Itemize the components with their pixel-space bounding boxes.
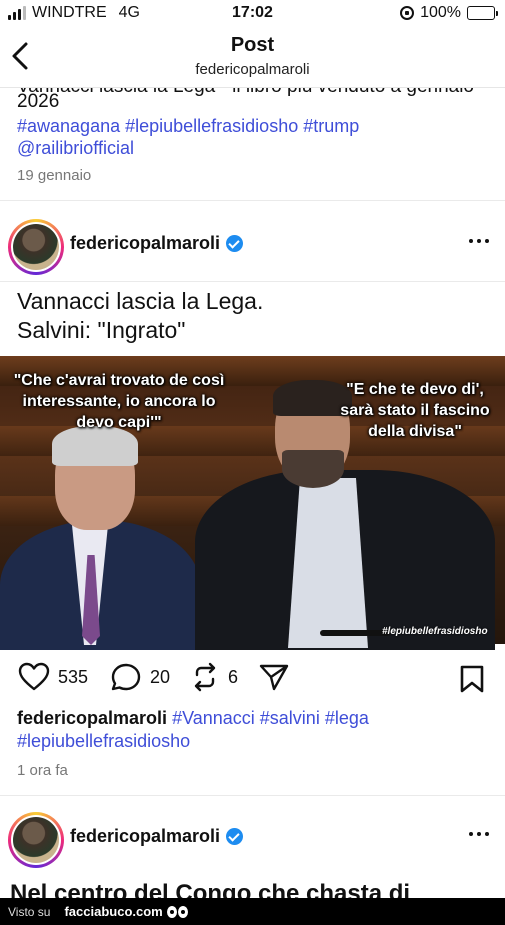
- prev-post-cut-text: Vannacci lascia la Lega - il libro più v…: [17, 88, 474, 98]
- prev-post-date: 19 gennaio: [17, 167, 92, 184]
- repost-icon: [194, 662, 216, 692]
- share-icon: [259, 664, 289, 691]
- caption-username[interactable]: federicopalmaroli: [17, 708, 167, 728]
- comment-icon: [111, 663, 141, 691]
- site-watermark-bar: Visto su facciabuco.com: [0, 898, 505, 925]
- post-text-line2: Salvini: "Ingrato": [17, 317, 186, 343]
- like-count: 535: [58, 666, 89, 687]
- battery-percent: 100%: [420, 4, 461, 21]
- heart-icon: [18, 662, 50, 691]
- previous-post: Vannacci lascia la Lega - il libro più v…: [0, 88, 505, 200]
- footer-visto: Visto su: [8, 904, 51, 919]
- nav-header: Post federicopalmaroli: [0, 28, 505, 88]
- divider: [0, 281, 505, 282]
- image-watermark: #lepiubellefrasidiosho: [382, 626, 488, 637]
- prev-post-year: 2026: [17, 91, 60, 112]
- status-right: 100%: [400, 4, 498, 22]
- image-person-right-beard: [282, 450, 344, 488]
- verified-icon: [226, 828, 244, 845]
- image-quote-right: "E che te devo di', sarà stato il fascin…: [340, 381, 490, 440]
- verified-icon: [226, 235, 244, 252]
- post-header: federicopalmaroli: [0, 215, 505, 277]
- battery-icon: [467, 6, 498, 20]
- prev-post-hashtags[interactable]: #awanagana #lepiubellefrasidiosho #trump…: [17, 115, 477, 159]
- avatar[interactable]: [8, 219, 64, 275]
- page-title: Post: [230, 34, 275, 56]
- divider: [0, 795, 505, 796]
- orientation-lock-icon: [400, 6, 415, 20]
- avatar-ring: [11, 815, 61, 865]
- more-icon[interactable]: [469, 832, 489, 836]
- divider: [0, 200, 505, 201]
- status-bar: WINDTRE 4G 17:02 100%: [0, 0, 505, 28]
- comment-button[interactable]: 20: [110, 662, 170, 692]
- footer-site[interactable]: facciabuco.com: [64, 904, 162, 919]
- bookmark-icon: [460, 665, 484, 693]
- next-post-username-text: federicopalmaroli: [70, 826, 221, 846]
- more-icon[interactable]: [469, 239, 489, 243]
- repost-button[interactable]: 6: [190, 662, 238, 692]
- avatar-image: [13, 224, 59, 270]
- post-username[interactable]: federicopalmaroli: [70, 233, 244, 254]
- eyes-icon: [166, 905, 188, 918]
- post-text-line1: Vannacci lascia la Lega.: [17, 288, 264, 314]
- image-person-right-shirt: [288, 478, 368, 648]
- next-post-header: federicopalmaroli: [0, 808, 505, 870]
- post-text: Vannacci lascia la Lega. Salvini: "Ingra…: [17, 287, 263, 345]
- image-quote-left: "Che c'avrai trovato de così interessant…: [13, 372, 225, 431]
- post-username-text: federicopalmaroli: [70, 233, 221, 253]
- next-post-username[interactable]: federicopalmaroli: [70, 826, 244, 847]
- comment-count: 20: [150, 666, 171, 687]
- avatar-ring: [11, 222, 61, 272]
- post-timestamp: 1 ora fa: [17, 762, 68, 779]
- avatar-image: [13, 817, 59, 863]
- share-button[interactable]: [258, 662, 290, 692]
- repost-count: 6: [228, 666, 239, 687]
- bookmark-button[interactable]: [459, 664, 485, 699]
- like-button[interactable]: 535: [18, 662, 88, 692]
- page-subtitle: federicopalmaroli: [195, 61, 310, 78]
- avatar[interactable]: [8, 812, 64, 868]
- image-microphone: [320, 630, 390, 636]
- action-bar: 535 20 6: [0, 656, 505, 700]
- post-caption: federicopalmaroli #Vannacci #salvini #le…: [17, 707, 487, 753]
